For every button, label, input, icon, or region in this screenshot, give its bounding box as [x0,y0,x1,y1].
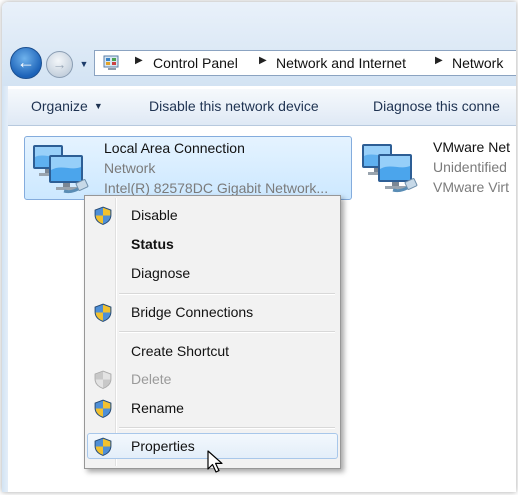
uac-shield-icon [94,303,112,322]
uac-shield-icon [94,370,112,389]
disable-device-button[interactable]: Disable this network device [149,98,319,114]
menu-separator [119,427,335,429]
recent-pages-dropdown[interactable]: ▼ [77,56,91,72]
address-bar[interactable]: ▶ Control Panel ▶ Network and Internet ▶… [94,50,516,76]
chevron-down-icon: ▼ [79,59,89,69]
menu-item-create-shortcut[interactable]: Create Shortcut [87,338,338,364]
mouse-pointer-icon [207,450,223,473]
menu-separator [119,331,335,333]
connection-adapter: VMware Virt [433,179,509,195]
network-adapter-icon [31,143,90,194]
menu-item-status[interactable]: Status [87,231,338,257]
uac-shield-icon [94,206,112,225]
menu-separator [119,293,335,295]
command-bar: Organize ▼ Disable this network device Di… [8,89,516,126]
breadcrumb-control-panel[interactable]: Control Panel [153,55,238,71]
organize-menu-button[interactable]: Organize ▼ [31,98,103,114]
connection-item-vmware[interactable]: VMware Net Unidentified VMware Virt [354,136,516,200]
forward-button[interactable]: → [46,51,73,78]
forward-arrow-icon: → [52,56,67,72]
breadcrumb-arrow-icon[interactable]: ▶ [435,55,443,66]
menu-item-bridge-connections[interactable]: Bridge Connections [87,299,338,325]
uac-shield-icon [94,399,112,418]
context-menu: Disable Status Diagnose Bridge Connectio… [84,195,341,469]
breadcrumb-arrow-icon[interactable]: ▶ [135,55,143,66]
back-button[interactable]: ← [10,47,42,79]
menu-item-disable[interactable]: Disable [87,202,338,228]
control-panel-icon [103,55,119,70]
chevron-down-icon: ▼ [93,101,103,111]
connection-adapter: Intel(R) 82578DC Gigabit Network... [104,180,329,196]
breadcrumb-network-and-internet[interactable]: Network and Internet [276,55,406,71]
connection-name: VMware Net [433,139,511,155]
breadcrumb-network[interactable]: Network [452,55,503,71]
breadcrumb-arrow-icon[interactable]: ▶ [259,55,267,66]
uac-shield-icon [94,437,112,456]
connection-item-local-area[interactable]: Local Area Connection Network Intel(R) 8… [24,136,352,200]
menu-item-diagnose[interactable]: Diagnose [87,260,338,286]
connection-status: Unidentified [433,159,507,175]
back-arrow-icon: ← [17,52,35,72]
network-adapter-icon [360,142,419,193]
menu-item-delete: Delete [87,366,338,392]
diagnose-connection-button[interactable]: Diagnose this conne [373,98,500,114]
connection-name: Local Area Connection [104,140,245,156]
menu-item-rename[interactable]: Rename [87,395,338,421]
connection-status: Network [104,160,156,176]
